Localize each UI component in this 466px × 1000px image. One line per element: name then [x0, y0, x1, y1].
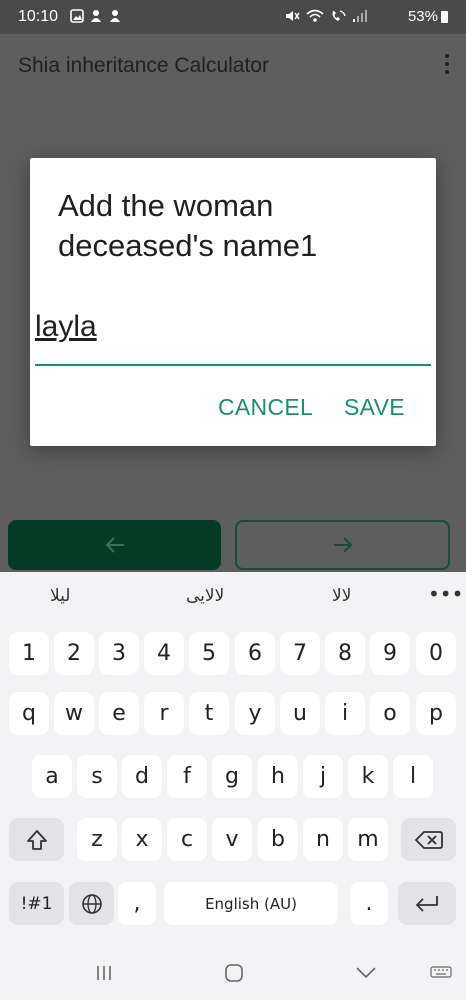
system-nav-bar [0, 944, 466, 1000]
key-j[interactable]: j [303, 755, 343, 798]
battery-icon [441, 11, 448, 23]
name-dialog: Add the woman deceased's name1 CANCEL SA… [30, 158, 436, 446]
wifi-icon [306, 9, 324, 22]
key-d[interactable]: d [122, 755, 162, 798]
backspace-icon [414, 830, 443, 849]
signal-icon [353, 10, 367, 22]
key-m[interactable]: m [348, 818, 388, 861]
key-o[interactable]: o [370, 692, 410, 735]
battery-percent: 53% [407, 8, 438, 25]
key-w[interactable]: w [54, 692, 94, 735]
key-c[interactable]: c [167, 818, 207, 861]
key-z[interactable]: z [77, 818, 117, 861]
arrow-left-icon [105, 537, 124, 553]
back-nav-icon[interactable] [356, 967, 376, 979]
key-l[interactable]: l [393, 755, 433, 798]
language-key[interactable] [69, 882, 114, 925]
enter-key[interactable] [398, 882, 456, 925]
key-0[interactable]: 0 [416, 632, 456, 675]
enter-icon [416, 895, 438, 912]
key-5[interactable]: 5 [189, 632, 229, 675]
space-key[interactable]: English (AU) [164, 882, 338, 925]
recent-apps-icon[interactable] [95, 965, 113, 981]
more-options-icon[interactable] [444, 54, 450, 76]
arrow-right-icon [333, 537, 352, 553]
key-b[interactable]: b [258, 818, 298, 861]
key-y[interactable]: y [235, 692, 275, 735]
key-3[interactable]: 3 [99, 632, 139, 675]
name-input-wrap [35, 298, 431, 368]
key-t[interactable]: t [189, 692, 229, 735]
key-h[interactable]: h [258, 755, 298, 798]
globe-icon [81, 893, 102, 914]
app-title: Shia inheritance Calculator [18, 54, 269, 77]
save-button[interactable]: SAVE [344, 394, 405, 421]
suggestion-bar: ليلا لالایی لالا ••• [0, 572, 466, 624]
key-f[interactable]: f [167, 755, 207, 798]
key-r[interactable]: r [144, 692, 184, 735]
more-suggestions-icon[interactable]: ••• [428, 582, 463, 606]
key-i[interactable]: i [325, 692, 365, 735]
key-1[interactable]: 1 [9, 632, 49, 675]
suggestion-1[interactable]: ليلا [50, 586, 70, 606]
key-2[interactable]: 2 [54, 632, 94, 675]
key-4[interactable]: 4 [144, 632, 184, 675]
status-bar: 10:10 53% [0, 0, 466, 34]
key-v[interactable]: v [212, 818, 252, 861]
system-icons [284, 9, 368, 23]
key-u[interactable]: u [280, 692, 320, 735]
notification-icons [70, 9, 122, 23]
app-bar: Shia inheritance Calculator [0, 34, 466, 98]
keyboard: ليلا لالایی لالا ••• 1 2 3 4 5 6 7 8 9 0… [0, 572, 466, 944]
key-p[interactable]: p [416, 692, 456, 735]
name-input[interactable] [35, 298, 431, 356]
suggestion-2[interactable]: لالایی [186, 586, 224, 606]
backspace-key[interactable] [401, 818, 456, 861]
key-6[interactable]: 6 [235, 632, 275, 675]
next-button[interactable] [235, 520, 450, 570]
dialog-title: Add the woman deceased's name1 [58, 188, 318, 263]
symbols-key[interactable]: !#1 [9, 882, 64, 925]
key-k[interactable]: k [348, 755, 388, 798]
back-button[interactable] [8, 520, 221, 570]
comma-key[interactable]: , [118, 882, 156, 925]
mute-icon [286, 11, 300, 21]
wifi-calling-icon [332, 10, 346, 21]
key-7[interactable]: 7 [280, 632, 320, 675]
key-q[interactable]: q [9, 692, 49, 735]
keyboard-hide-icon[interactable] [430, 966, 452, 980]
shift-icon [26, 829, 47, 850]
key-s[interactable]: s [77, 755, 117, 798]
app-notification-icon-2 [110, 10, 120, 22]
input-underline [35, 364, 431, 366]
app-notification-icon [91, 10, 101, 22]
key-9[interactable]: 9 [370, 632, 410, 675]
key-x[interactable]: x [122, 818, 162, 861]
shift-key[interactable] [9, 818, 64, 861]
key-e[interactable]: e [99, 692, 139, 735]
key-g[interactable]: g [212, 755, 252, 798]
period-key[interactable]: . [350, 882, 388, 925]
cancel-button[interactable]: CANCEL [218, 394, 313, 421]
key-a[interactable]: a [32, 755, 72, 798]
suggestion-3[interactable]: لالا [332, 586, 351, 606]
status-time: 10:10 [18, 8, 59, 25]
key-8[interactable]: 8 [325, 632, 365, 675]
key-n[interactable]: n [303, 818, 343, 861]
home-icon[interactable] [225, 964, 243, 982]
gallery-icon [70, 9, 84, 23]
